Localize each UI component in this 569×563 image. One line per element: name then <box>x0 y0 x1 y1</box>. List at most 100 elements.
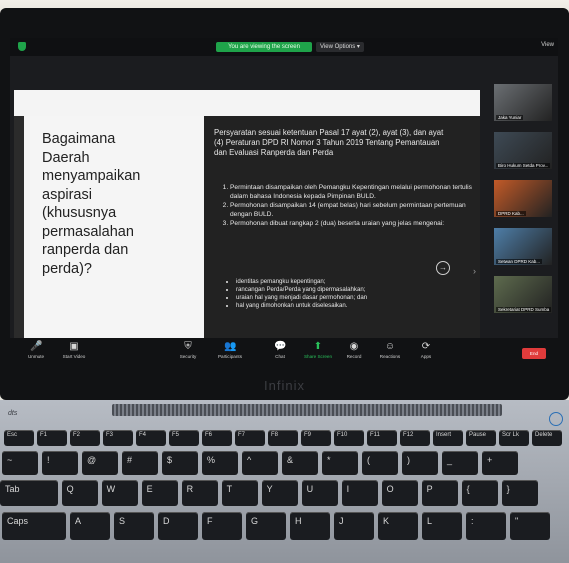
participant-tile[interactable]: Biro Hukum Setda Prov... <box>494 132 552 169</box>
key-f11[interactable]: F11 <box>367 430 397 446</box>
key-d[interactable]: D <box>158 512 198 540</box>
view-options-button[interactable]: View Options ▾ <box>316 42 364 52</box>
security-button[interactable]: ⛨ Security <box>168 341 208 359</box>
key-[interactable]: { <box>461 480 498 506</box>
key-[interactable]: % <box>202 451 238 475</box>
key-[interactable]: @ <box>82 451 118 475</box>
key-k[interactable]: K <box>378 512 418 540</box>
key-f12[interactable]: F12 <box>400 430 430 446</box>
encryption-shield-icon[interactable] <box>18 42 26 51</box>
slide-question-panel: Bagaimana Daerah menyampaikan aspirasi (… <box>24 116 204 338</box>
reactions-button[interactable]: ☺ Reactions <box>370 341 410 359</box>
participant-name: Sekretariat DPRD Sumba <box>496 307 552 312</box>
key-f4[interactable]: F4 <box>136 430 166 446</box>
key-g[interactable]: G <box>246 512 286 540</box>
key-f8[interactable]: F8 <box>268 430 298 446</box>
key-label: R <box>186 484 194 494</box>
slide-point: Permintaan disampaikan oleh Pemangku Kep… <box>230 184 482 201</box>
key-label: S <box>119 516 126 526</box>
key-delete[interactable]: Delete <box>532 430 562 446</box>
key-[interactable]: ( <box>362 451 398 475</box>
key-label: Scr Lk <box>502 432 520 438</box>
key-f1[interactable]: F1 <box>37 430 67 446</box>
key-h[interactable]: H <box>290 512 330 540</box>
key-label: } <box>506 484 510 494</box>
share-screen-button[interactable]: ⬆ Share Screen <box>298 341 338 359</box>
key-f7[interactable]: F7 <box>235 430 265 446</box>
key-label: J <box>339 516 344 526</box>
key-u[interactable]: U <box>301 480 338 506</box>
key-i[interactable]: I <box>341 480 378 506</box>
key-scrlk[interactable]: Scr Lk <box>499 430 529 446</box>
key-[interactable]: $ <box>162 451 198 475</box>
key-insert[interactable]: Insert <box>433 430 463 446</box>
key-label: I <box>346 484 350 494</box>
key-[interactable]: & <box>282 451 318 475</box>
key-label: ^ <box>247 455 252 465</box>
key-[interactable]: : <box>466 512 506 540</box>
key-[interactable]: ~ <box>2 451 38 475</box>
key-label: F10 <box>337 432 348 438</box>
shield-icon: ⛨ <box>184 341 192 352</box>
key-pause[interactable]: Pause <box>466 430 496 446</box>
key-t[interactable]: T <box>221 480 258 506</box>
power-icon[interactable] <box>549 412 563 426</box>
key-s[interactable]: S <box>114 512 154 540</box>
key-w[interactable]: W <box>101 480 138 506</box>
key-f10[interactable]: F10 <box>334 430 364 446</box>
chat-button[interactable]: 💬 Chat <box>260 341 300 359</box>
participant-tile[interactable]: Setwan DPRD Kab... <box>494 228 552 265</box>
participants-button[interactable]: 👥 Participants <box>210 341 250 359</box>
apps-button[interactable]: ⟳ Apps <box>406 341 446 359</box>
key-[interactable]: # <box>122 451 158 475</box>
key-p[interactable]: P <box>421 480 458 506</box>
key-f2[interactable]: F2 <box>70 430 100 446</box>
key-[interactable]: } <box>501 480 538 506</box>
key-[interactable]: * <box>322 451 358 475</box>
key-f[interactable]: F <box>202 512 242 540</box>
slide-bullet: identitas pemangku kepentingan; <box>236 278 474 286</box>
record-button[interactable]: ◉ Record <box>334 341 374 359</box>
key-[interactable]: _ <box>442 451 478 475</box>
key-label: ~ <box>7 455 13 465</box>
key-label: D <box>163 516 170 526</box>
key-label: * <box>327 455 331 465</box>
key-f6[interactable]: F6 <box>202 430 232 446</box>
key-caps[interactable]: Caps <box>2 512 66 540</box>
key-l[interactable]: L <box>422 512 462 540</box>
view-button[interactable]: View <box>541 42 554 48</box>
key-f9[interactable]: F9 <box>301 430 331 446</box>
microphone-icon: 🎤 <box>30 341 43 352</box>
key-[interactable]: ) <box>402 451 438 475</box>
zoom-toolbar: 🎤 Unmute ▣ Start Video ⛨ Security 👥 Part… <box>10 338 558 370</box>
key-label: @ <box>87 455 97 465</box>
key-[interactable]: ! <box>42 451 78 475</box>
participant-tile[interactable]: DPRD Kab... <box>494 180 552 217</box>
key-o[interactable]: O <box>381 480 418 506</box>
participant-tile[interactable]: Jaka Yuniar <box>494 84 552 121</box>
key-r[interactable]: R <box>181 480 218 506</box>
unmute-button[interactable]: 🎤 Unmute <box>16 341 56 359</box>
key-f3[interactable]: F3 <box>103 430 133 446</box>
key-tab[interactable]: Tab <box>0 480 58 506</box>
key-label: ! <box>47 455 50 465</box>
key-esc[interactable]: Esc <box>4 430 34 446</box>
key-[interactable]: + <box>482 451 518 475</box>
key-j[interactable]: J <box>334 512 374 540</box>
end-meeting-button[interactable]: End <box>522 348 546 359</box>
key-[interactable]: ^ <box>242 451 278 475</box>
start-video-button[interactable]: ▣ Start Video <box>54 341 94 359</box>
key-label: F1 <box>40 432 48 438</box>
key-q[interactable]: Q <box>61 480 98 506</box>
key-a[interactable]: A <box>70 512 110 540</box>
key-e[interactable]: E <box>141 480 178 506</box>
chevron-right-icon[interactable]: › <box>473 266 476 276</box>
reactions-icon: ☺ <box>384 341 396 352</box>
key-label: $ <box>167 455 173 465</box>
slide-question: Bagaimana Daerah menyampaikan aspirasi (… <box>42 131 141 277</box>
next-arrow-icon[interactable]: → <box>436 261 450 275</box>
participant-tile[interactable]: Sekretariat DPRD Sumba <box>494 276 552 313</box>
key-y[interactable]: Y <box>261 480 298 506</box>
key-[interactable]: " <box>510 512 550 540</box>
key-f5[interactable]: F5 <box>169 430 199 446</box>
